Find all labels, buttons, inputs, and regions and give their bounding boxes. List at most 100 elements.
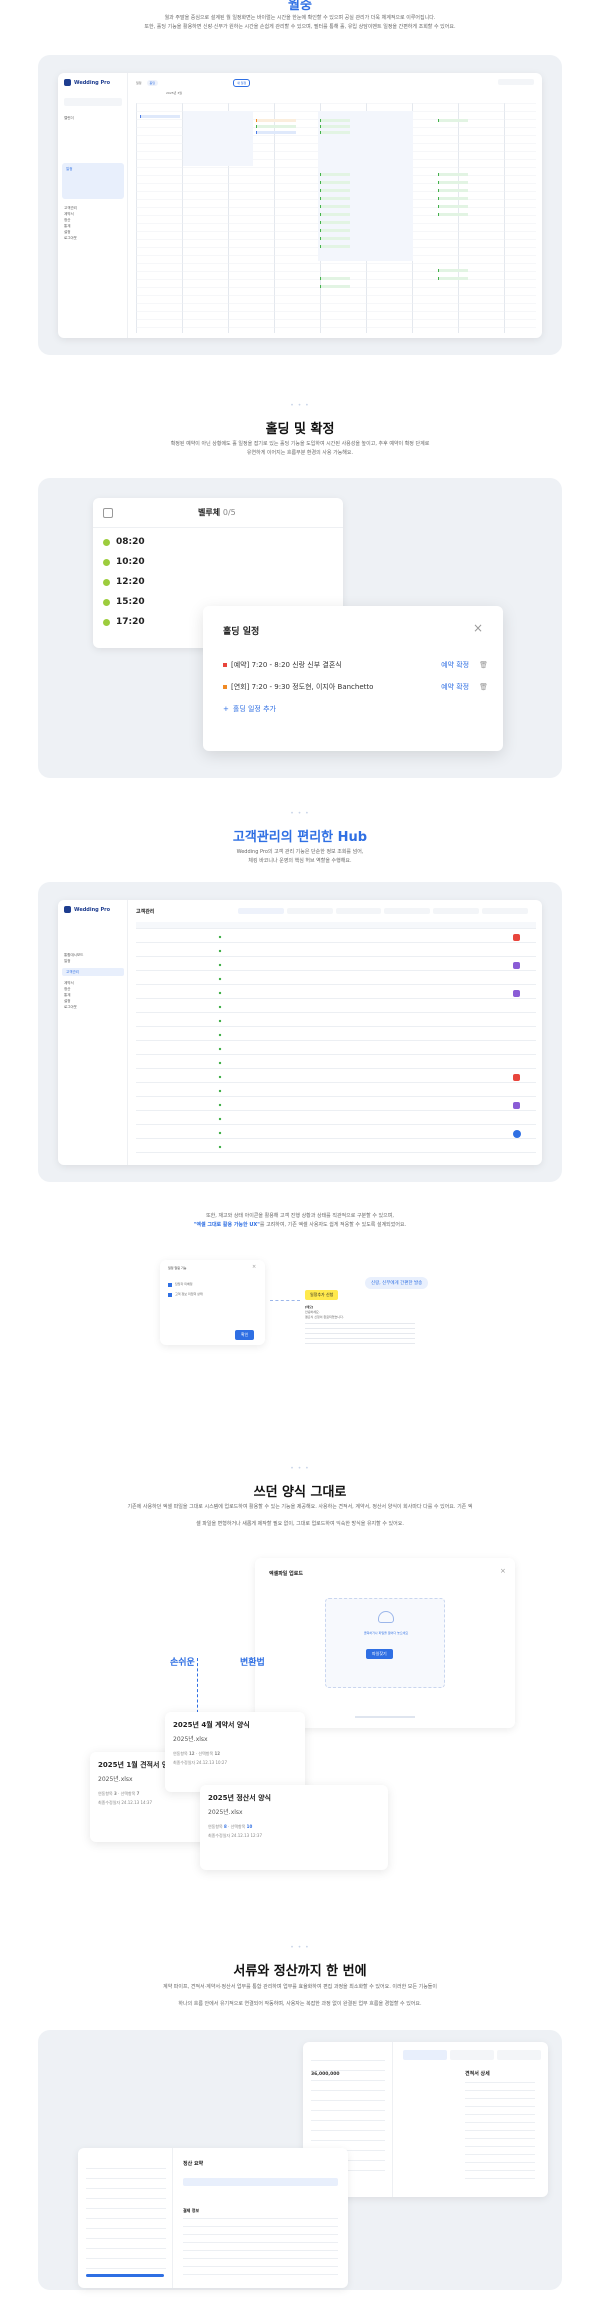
- section-desc-2: 또한, 홀딩 기능을 활용하면 신랑·신부가 원하는 시간을 손쉽게 관리할 수…: [144, 24, 456, 30]
- event-bar[interactable]: [438, 269, 468, 272]
- event-bar[interactable]: [320, 285, 350, 288]
- progress-track: [355, 1716, 415, 1718]
- time-label: 10:20: [116, 557, 145, 567]
- event-bar[interactable]: [256, 125, 296, 128]
- time-slot[interactable]: 17:20: [103, 612, 145, 632]
- event-bar[interactable]: [320, 189, 350, 192]
- amount-value: 36,000,000: [311, 2072, 340, 2077]
- filter-chip[interactable]: [482, 908, 528, 914]
- event-bar[interactable]: [256, 119, 296, 122]
- section-title: 서류와 정산까지 한 번에: [233, 1964, 367, 1979]
- sidebar-item-calendar[interactable]: 캘린더: [64, 115, 74, 121]
- confirm-button[interactable]: 확인: [235, 1330, 255, 1340]
- available-dot-icon: [103, 558, 110, 566]
- trash-icon[interactable]: 🗑: [479, 661, 488, 669]
- filter-chip[interactable]: [286, 908, 333, 914]
- event-bar[interactable]: [256, 131, 296, 134]
- event-bar[interactable]: [320, 205, 350, 208]
- filter-chip[interactable]: [238, 908, 284, 914]
- file-card[interactable]: 2025년 정산서 양식 2025년.xlsx 연동항목 8 · 선택항목 10…: [200, 1785, 388, 1870]
- event-bar[interactable]: [320, 277, 350, 280]
- browse-button[interactable]: 파일찾기: [366, 1649, 393, 1659]
- event-bar[interactable]: [320, 125, 350, 128]
- estimate-title: 견적서 상세: [465, 2071, 490, 2077]
- filter-chip[interactable]: [384, 908, 431, 914]
- checkbox-icon[interactable]: [168, 1282, 172, 1287]
- memo-preview: [메모] 안녕하세요. 결혼식 신청이 완료되었습니다.: [305, 1305, 415, 1345]
- available-dot-icon: [103, 598, 110, 606]
- current-month[interactable]: 2025년 3월: [166, 91, 182, 96]
- close-icon[interactable]: ×: [473, 621, 483, 635]
- event-bar[interactable]: [320, 197, 350, 200]
- event-bar[interactable]: [320, 245, 350, 248]
- event-bar[interactable]: [320, 181, 350, 184]
- file-card[interactable]: 2025년 4월 계약서 양식 2025년.xlsx 연동항목 12 · 선택항…: [165, 1712, 305, 1792]
- close-icon[interactable]: ×: [252, 1264, 256, 1270]
- event-bar[interactable]: [438, 277, 468, 280]
- file-date: 최종수정일자 24.12.13 12:37: [208, 1833, 262, 1838]
- flow-label-right: 변환법: [240, 1658, 265, 1668]
- event-bar[interactable]: [438, 205, 468, 208]
- event-bar[interactable]: [438, 181, 468, 184]
- filter-chip[interactable]: [335, 908, 382, 914]
- status-badge: [513, 962, 520, 969]
- time-slot[interactable]: 12:20: [103, 572, 145, 592]
- event-bar[interactable]: [320, 119, 350, 122]
- close-icon[interactable]: ×: [500, 1567, 506, 1575]
- section-desc: 계약 파이프, 견적서·계약서·정산서 업무를 통합 관리하며 업무를 효율화하…: [162, 1984, 437, 1990]
- section-desc: 월과 주말을 중심으로 설계된 월 일정화면는 바이럴는 시간을 한눈에 확인할…: [164, 15, 436, 21]
- trash-icon[interactable]: 🗑: [479, 683, 488, 691]
- banquet-tag-icon: [223, 685, 227, 689]
- dropzone-hint: 클릭하거나 파일을 끌어다 놓으세요: [363, 1631, 409, 1635]
- flow-line: [197, 1658, 198, 1718]
- filter-chip[interactable]: [433, 908, 480, 914]
- sidebar-item-schedule-active[interactable]: 일정: [62, 163, 124, 199]
- tab-schedule[interactable]: 일정: [136, 81, 142, 86]
- customer-table[interactable]: [136, 928, 536, 1158]
- document-showcase: 36,000,000 견적서 상세 정산 요약 결제 정보: [38, 2030, 562, 2290]
- event-bar[interactable]: [438, 173, 468, 176]
- checkbox-row[interactable]: 담당자 미배정: [168, 1282, 193, 1287]
- logo: Wedding Pro: [74, 79, 111, 86]
- sidebar-item-logout[interactable]: 로그아웃: [64, 235, 77, 241]
- event-bar[interactable]: [140, 115, 180, 118]
- confirm-button[interactable]: 예약 확정: [441, 682, 469, 692]
- event-bar[interactable]: [320, 237, 350, 240]
- event-bar[interactable]: [438, 213, 468, 216]
- plus-icon: +: [223, 705, 229, 713]
- confirm-button[interactable]: 예약 확정: [441, 660, 469, 670]
- step-tab[interactable]: [450, 2050, 494, 2060]
- dropzone[interactable]: 클릭하거나 파일을 끌어다 놓으세요 파일찾기: [325, 1598, 445, 1688]
- checkbox-row[interactable]: 고객 정보 미입력 상태: [168, 1292, 203, 1297]
- section-desc-2: 하나의 흐름 안에서 유기적으로 연결되어 작동하며, 사용자는 복잡한 과정 …: [178, 2001, 422, 2007]
- sidebar-item-schedule[interactable]: 일정: [64, 958, 83, 964]
- new-schedule-button[interactable]: 새 일정: [233, 79, 251, 87]
- event-bar[interactable]: [320, 221, 350, 224]
- event-bar[interactable]: [438, 119, 468, 122]
- add-hold-button[interactable]: + 홀딩 일정 추가: [223, 698, 488, 720]
- popup-title: 일정 알림 기능: [168, 1266, 187, 1270]
- sidebar-item-logout[interactable]: 로그아웃: [64, 1004, 77, 1010]
- checkbox-icon[interactable]: [168, 1292, 172, 1297]
- event-bar[interactable]: [320, 131, 350, 134]
- event-bar[interactable]: [320, 213, 350, 216]
- section-title: 고객관리의 편리한 Hub: [232, 830, 368, 845]
- time-label: 08:20: [116, 537, 145, 547]
- filter-button[interactable]: [498, 79, 534, 85]
- time-slot[interactable]: 10:20: [103, 552, 145, 572]
- calendar-icon: [103, 507, 113, 518]
- sidebar-search[interactable]: [64, 98, 122, 106]
- step-tab[interactable]: [403, 2050, 447, 2060]
- event-bar[interactable]: [438, 197, 468, 200]
- add-customer-button[interactable]: [513, 1130, 521, 1138]
- event-bar[interactable]: [438, 189, 468, 192]
- event-bar[interactable]: [320, 229, 350, 232]
- event-bar[interactable]: [320, 173, 350, 176]
- time-slot[interactable]: 08:20: [103, 532, 145, 552]
- time-slot[interactable]: 15:20: [103, 592, 145, 612]
- step-tab[interactable]: [497, 2050, 541, 2060]
- tab-holding[interactable]: 홀딩: [146, 80, 159, 86]
- page: 월중 월과 주말을 중심으로 설계된 월 일정화면는 바이럴는 시간을 한눈에 …: [0, 0, 600, 2310]
- sidebar-item-customers-active[interactable]: 고객관리: [62, 968, 124, 976]
- checkbox-label: 고객 정보 미입력 상태: [175, 1292, 203, 1296]
